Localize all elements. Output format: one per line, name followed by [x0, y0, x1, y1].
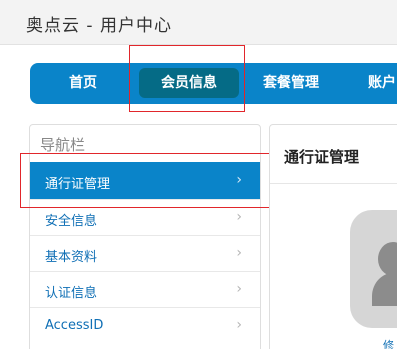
chevron-right-icon: › [236, 281, 242, 297]
sidebar-title: 导航栏 [40, 136, 86, 154]
chevron-right-icon: › [236, 317, 242, 333]
sidebar-item-label: 通行证管理 [45, 177, 111, 192]
divider [270, 183, 397, 184]
chevron-right-icon: › [236, 209, 242, 225]
sidebar-item-label: 认证信息 [45, 286, 98, 301]
sidebar-item-label: AccessID [45, 318, 104, 333]
sidebar-item-passport-management[interactable]: 通行证管理 › [30, 162, 260, 199]
sidebar-item-label: 基本资料 [45, 250, 98, 265]
nav-package-management[interactable]: 套餐管理 [263, 63, 319, 104]
nav-account[interactable]: 账户 [368, 63, 396, 104]
sidebar-item-basic-profile[interactable]: 基本资料 › [30, 235, 260, 272]
content-panel: 通行证管理 修 [269, 124, 397, 349]
sidebar-item-verification-info[interactable]: 认证信息 › [30, 271, 260, 308]
header: 奥点云 - 用户中心 [0, 0, 397, 45]
sidebar-item-access-id[interactable]: AccessID › [30, 307, 260, 344]
edit-avatar-link[interactable]: 修 [383, 337, 394, 349]
nav-member-info[interactable]: 会员信息 [139, 68, 239, 98]
nav-home[interactable]: 首页 [69, 63, 97, 104]
top-nav: 首页 会员信息 套餐管理 账户 [30, 63, 397, 104]
page: 奥点云 - 用户中心 首页 会员信息 套餐管理 账户 导航栏 通行证管理 › 安… [0, 0, 397, 349]
avatar-body [372, 272, 397, 306]
chevron-right-icon: › [236, 172, 242, 188]
page-title: 奥点云 - 用户中心 [26, 16, 172, 36]
content-title: 通行证管理 [284, 148, 360, 166]
chevron-right-icon: › [236, 245, 242, 261]
avatar-head [378, 242, 397, 276]
user-avatar-icon[interactable] [350, 210, 397, 328]
sidebar: 导航栏 通行证管理 › 安全信息 › 基本资料 › 认证信息 › AccessI… [29, 124, 261, 349]
sidebar-item-security-info[interactable]: 安全信息 › [30, 199, 260, 236]
sidebar-item-label: 安全信息 [45, 214, 98, 229]
